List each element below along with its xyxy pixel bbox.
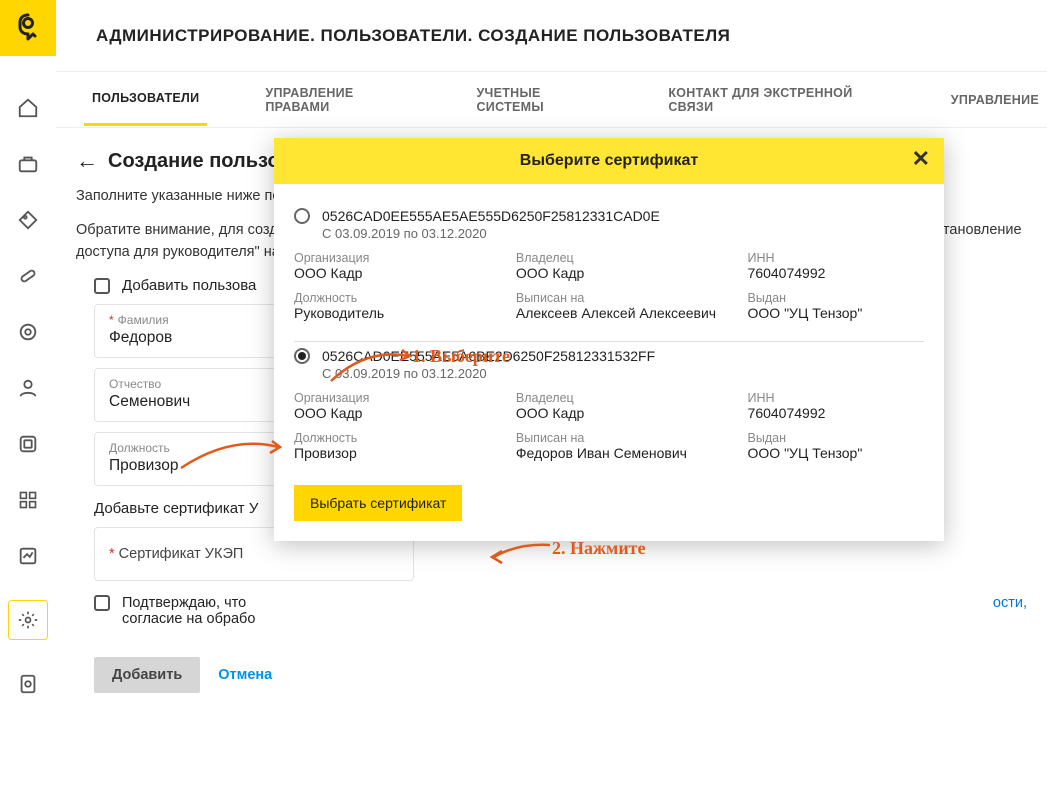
page-breadcrumb: АДМИНИСТРИРОВАНИЕ. ПОЛЬЗОВАТЕЛИ. СОЗДАНИ… — [96, 26, 730, 46]
tab-users[interactable]: ПОЛЬЗОВАТЕЛИ — [84, 73, 207, 126]
back-arrow-icon[interactable]: ← — [76, 148, 98, 174]
cancel-button[interactable]: Отмена — [218, 667, 272, 683]
tab-contact[interactable]: КОНТАКТ ДЛЯ ЭКСТРЕННОЙ СВЯЗИ — [660, 68, 892, 132]
target-icon[interactable] — [16, 320, 40, 344]
checkbox-confirm[interactable] — [94, 595, 110, 611]
chart-icon[interactable] — [16, 544, 40, 568]
app-logo[interactable] — [0, 0, 56, 56]
sidebar — [0, 0, 56, 797]
checkbox-no-cert[interactable] — [94, 278, 110, 294]
tab-rights[interactable]: УПРАВЛЕНИЕ ПРАВАМИ — [257, 68, 418, 132]
checkbox-no-cert-label: Добавить пользова — [122, 277, 256, 294]
select-cert-button[interactable]: Выбрать сертификат — [294, 485, 462, 521]
radio-cert-0[interactable] — [294, 208, 310, 224]
annotation-step-1: 1. Выберите — [412, 346, 510, 367]
cert-dates-0: С 03.09.2019 по 03.12.2020 — [322, 226, 924, 241]
add-button[interactable]: Добавить — [94, 657, 200, 693]
layers-icon[interactable] — [16, 432, 40, 456]
breadcrumb: АДМИНИСТРИРОВАНИЕ. ПОЛЬЗОВАТЕЛИ. СОЗДАНИ… — [56, 0, 1047, 72]
tag-icon[interactable] — [16, 208, 40, 232]
radio-cert-1[interactable] — [294, 348, 310, 364]
confirm-link-tail[interactable]: ости, — [993, 595, 1027, 627]
cert-modal: Выберите сертификат ✕ 0526CAD0EE555AE5AE… — [274, 138, 944, 541]
cert-option-0[interactable]: 0526CAD0EE555AE5AE555D6250F25812331CAD0E… — [294, 202, 924, 342]
tab-systems[interactable]: УЧЕТНЫЕ СИСТЕМЫ — [468, 68, 610, 132]
annotation-step-2: 2. Нажмите — [552, 538, 646, 559]
home-icon[interactable] — [16, 96, 40, 120]
modal-title: Выберите сертификат — [520, 152, 698, 170]
tabs: ПОЛЬЗОВАТЕЛИ УПРАВЛЕНИЕ ПРАВАМИ УЧЕТНЫЕ … — [56, 72, 1047, 128]
settings-icon[interactable] — [8, 600, 48, 640]
close-icon[interactable]: ✕ — [912, 146, 930, 172]
user-icon[interactable] — [16, 376, 40, 400]
cert-id-0: 0526CAD0EE555AE5AE555D6250F25812331CAD0E — [322, 208, 660, 224]
pill-icon[interactable] — [16, 264, 40, 288]
grid-icon[interactable] — [16, 488, 40, 512]
confirm-text-1: Подтверждаю, что — [122, 595, 246, 611]
tab-manage[interactable]: УПРАВЛЕНИЕ — [943, 75, 1047, 125]
briefcase-icon[interactable] — [16, 152, 40, 176]
confirm-text-2: согласие на обрабо — [122, 611, 255, 627]
device-icon[interactable] — [16, 672, 40, 696]
